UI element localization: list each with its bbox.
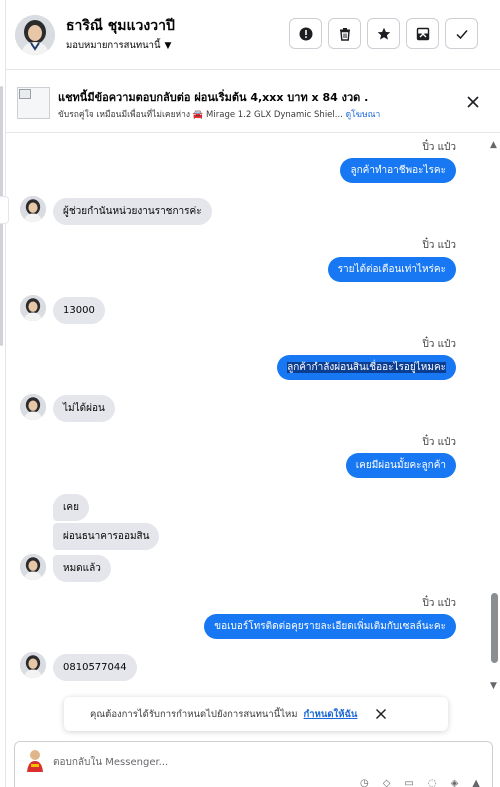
notice-text: คุณต้องการได้รับการกำหนดไปยังการสนทนานี้… <box>90 708 298 720</box>
archive-icon <box>416 27 429 40</box>
tag-icon[interactable]: ◈ <box>451 778 459 787</box>
conversation-header: ธาริณี ชุมแวงวาปี มอบหมายการสนทนานี้ ▼ <box>6 0 500 70</box>
sender-name: ปิ๋ว แป๋ว <box>422 339 456 350</box>
sender-name: ปิ๋ว แป๋ว <box>422 142 456 153</box>
incoming-message[interactable]: เคย <box>53 494 89 521</box>
emoji-icon[interactable]: ◌ <box>428 778 437 787</box>
star-icon <box>377 27 390 40</box>
contact-avatar-small[interactable] <box>20 554 46 580</box>
selected-text: ลูกค้ากำลังผ่อนสินเชื่ออะไรอยู่ไหมคะ <box>287 362 446 373</box>
outgoing-message[interactable]: เคยมีผ่อนมั้ยคะลูกค้า <box>345 453 456 478</box>
ad-subtitle-row: ขับรถคู่ใจ เหมือนมีเพื่อนที่ไม่เคยห่าง 🚘… <box>58 107 380 121</box>
reply-input-placeholder[interactable]: ตอบกลับใน Messenger... <box>53 755 168 770</box>
ad-title: แชทนี้มีข้อความตอบกลับต่อ ผ่อนเริ่มต้น 4… <box>58 91 369 104</box>
outgoing-message[interactable]: ขอเบอร์โทรติดต่อคุยรายละเอียดเพิ่มเติมกั… <box>204 614 456 639</box>
ad-subtitle: ขับรถคู่ใจ เหมือนมีเพื่อนที่ไม่เคยห่าง 🚘… <box>58 110 343 120</box>
page-avatar-icon <box>27 750 43 772</box>
assign-label: มอบหมายการสนทนานี้ <box>66 40 161 51</box>
incoming-message[interactable]: ไม่ได้ผ่อน <box>53 395 115 422</box>
sender-name: ปิ๋ว แป๋ว <box>422 437 456 448</box>
archive-button[interactable] <box>406 18 439 49</box>
assign-to-me-link[interactable]: กำหนดให้ฉัน <box>304 707 358 722</box>
scroll-down-arrow-icon[interactable]: ▼ <box>490 681 497 691</box>
caret-down-icon: ▼ <box>164 40 172 51</box>
ad-thumbnail[interactable] <box>17 87 50 119</box>
contact-avatar-small[interactable] <box>20 394 46 420</box>
contact-avatar-small[interactable] <box>20 652 46 678</box>
delete-button[interactable] <box>328 18 361 49</box>
view-ad-link[interactable]: ดูโฆษณา <box>346 110 381 120</box>
mark-done-button[interactable] <box>445 18 478 49</box>
message-thread[interactable]: ปิ๋ว แป๋ว ลูกค้าทำอาชีพอะไรคะ ผู้ช่วยกำน… <box>6 134 486 694</box>
outgoing-message[interactable]: รายได้ต่อเดือนเท่าไหร่คะ <box>327 257 456 282</box>
contact-name[interactable]: ธาริณี ชุมแวงวาปี <box>66 15 175 37</box>
outgoing-message[interactable]: ลูกค้ากำลังผ่อนสินเชื่ออะไรอยู่ไหมคะ <box>277 355 456 380</box>
reply-composer[interactable]: ตอบกลับใน Messenger... ◷ ◇ ▭ ◌ ◈ ▲ <box>14 741 493 787</box>
scroll-up-arrow-icon[interactable]: ▲ <box>490 140 497 150</box>
contact-avatar-small[interactable] <box>20 196 46 222</box>
ad-reply-banner: แชทนี้มีข้อความตอบกลับต่อ ผ่อนเริ่มต้น 4… <box>6 71 500 133</box>
close-icon[interactable] <box>466 95 480 109</box>
header-actions <box>289 18 478 49</box>
scrollbar-thumb[interactable] <box>491 593 498 663</box>
like-icon[interactable]: ▲ <box>472 778 480 787</box>
close-icon[interactable] <box>375 708 387 720</box>
star-button[interactable] <box>367 18 400 49</box>
alert-icon <box>299 27 312 40</box>
attach-icon[interactable]: ◇ <box>383 778 391 787</box>
assign-notice: คุณต้องการได้รับการกำหนดไปยังการสนทนานี้… <box>64 697 448 731</box>
trash-icon <box>339 27 350 41</box>
incoming-message[interactable]: ผู้ช่วยกำนันหน่วยงานราชการค่ะ <box>53 198 212 225</box>
incoming-message[interactable]: 0810577044 <box>53 654 137 681</box>
incoming-message[interactable]: หมดแล้ว <box>53 555 111 582</box>
sender-name: ปิ๋ว แป๋ว <box>422 240 456 251</box>
report-button[interactable] <box>289 18 322 49</box>
saved-reply-icon[interactable]: ◷ <box>360 778 369 787</box>
sender-name: ปิ๋ว แป๋ว <box>422 598 456 609</box>
checkmark-icon <box>455 29 468 39</box>
outgoing-message[interactable]: ลูกค้าทำอาชีพอะไรคะ <box>340 158 456 183</box>
assign-dropdown[interactable]: มอบหมายการสนทนานี้ ▼ <box>66 38 171 53</box>
incoming-message[interactable]: ผ่อนธนาคารออมสิน <box>53 523 160 550</box>
chat-scrollbar[interactable]: ▲ ▼ <box>488 134 500 694</box>
template-icon[interactable]: ▭ <box>404 778 413 787</box>
incoming-message[interactable]: 13000 <box>53 297 105 324</box>
contact-avatar-small[interactable] <box>20 295 46 321</box>
composer-toolbar: ◷ ◇ ▭ ◌ ◈ ▲ <box>360 778 480 787</box>
contact-avatar[interactable] <box>15 15 55 55</box>
